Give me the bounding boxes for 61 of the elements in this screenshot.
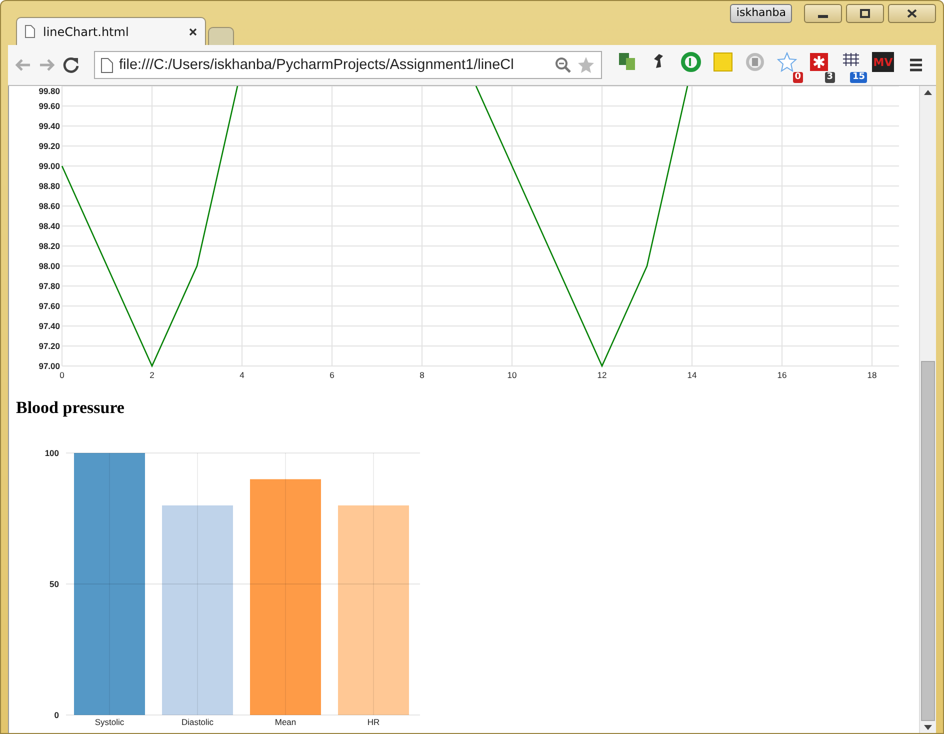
x-tick-label: HR <box>367 717 380 727</box>
section-heading: Blood pressure <box>16 398 126 418</box>
user-button[interactable]: iskhanba <box>730 4 792 23</box>
y-tick-label: 50 <box>50 579 59 589</box>
close-icon <box>907 9 917 18</box>
y-tick-label: 97.60 <box>38 301 60 311</box>
ring-icon[interactable] <box>681 52 701 72</box>
minimize-button[interactable] <box>804 4 842 23</box>
close-button[interactable] <box>888 4 936 23</box>
computer-icon[interactable] <box>618 52 636 72</box>
y-tick-label: 99.80 <box>38 86 60 96</box>
y-tick-label: 97.00 <box>38 361 60 371</box>
star-icon[interactable] <box>777 52 797 72</box>
reload-icon[interactable] <box>62 56 80 74</box>
x-tick-label: 18 <box>867 370 877 380</box>
y-tick-label: 98.80 <box>38 181 60 191</box>
asterisk-icon[interactable] <box>809 52 829 72</box>
x-tick-label: 6 <box>330 370 334 380</box>
y-tick-label: 97.40 <box>38 321 60 331</box>
y-tick-label: 100 <box>44 448 59 458</box>
grid-icon[interactable] <box>842 52 860 67</box>
x-tick-label: Mean <box>274 717 296 727</box>
scroll-down-icon[interactable] <box>924 725 932 730</box>
scrollbar[interactable] <box>919 86 936 733</box>
count-badge: 0 <box>792 72 803 83</box>
browser-tab[interactable]: lineChart.html <box>16 17 206 45</box>
y-tick-label: 97.20 <box>38 341 60 351</box>
y-tick-label: 98.20 <box>38 241 60 251</box>
x-tick-label: 10 <box>507 370 517 380</box>
bookmark-star-icon[interactable] <box>577 56 595 74</box>
x-tick-label: 16 <box>777 370 787 380</box>
x-tick-label: 14 <box>687 370 697 380</box>
page-icon <box>101 58 113 72</box>
x-tick-label: 0 <box>60 370 64 380</box>
url-text: file:///C:/Users/iskhanba/PycharmProjects/Assignment1/lineCl <box>119 57 515 73</box>
x-tick-label: 8 <box>420 370 424 380</box>
maximize-icon <box>860 9 870 18</box>
close-icon[interactable] <box>189 28 197 36</box>
y-tick-label: 98.60 <box>38 201 60 211</box>
y-tick-label: 98.40 <box>38 221 60 231</box>
x-tick-label: 4 <box>240 370 244 380</box>
zoom-icon[interactable] <box>555 57 571 73</box>
count-badge: 15 <box>850 72 867 83</box>
tab-title: lineChart.html <box>43 24 130 38</box>
y-tick-label: 0 <box>54 710 59 720</box>
x-tick-label: Diastolic <box>181 717 214 727</box>
y-tick-label: 99.60 <box>38 101 60 111</box>
y-tick-label: 97.80 <box>38 281 60 291</box>
address-bar[interactable]: file:///C:/Users/iskhanba/PycharmProjects/Assignment1/lineCl <box>94 51 602 79</box>
scroll-up-icon[interactable] <box>924 90 932 95</box>
y-tick-label: 99.20 <box>38 141 60 151</box>
menu-icon[interactable] <box>908 58 924 72</box>
y-tick-label: 99.40 <box>38 121 60 131</box>
x-tick-label: 12 <box>597 370 607 380</box>
count-badge: 3 <box>824 72 835 83</box>
page-icon <box>25 25 35 38</box>
y-tick-label: 99.00 <box>38 161 60 171</box>
maximize-button[interactable] <box>846 4 884 23</box>
x-tick-label: 2 <box>150 370 154 380</box>
x-tick-label: Systolic <box>94 717 124 727</box>
y-tick-label: 98.00 <box>38 261 60 271</box>
